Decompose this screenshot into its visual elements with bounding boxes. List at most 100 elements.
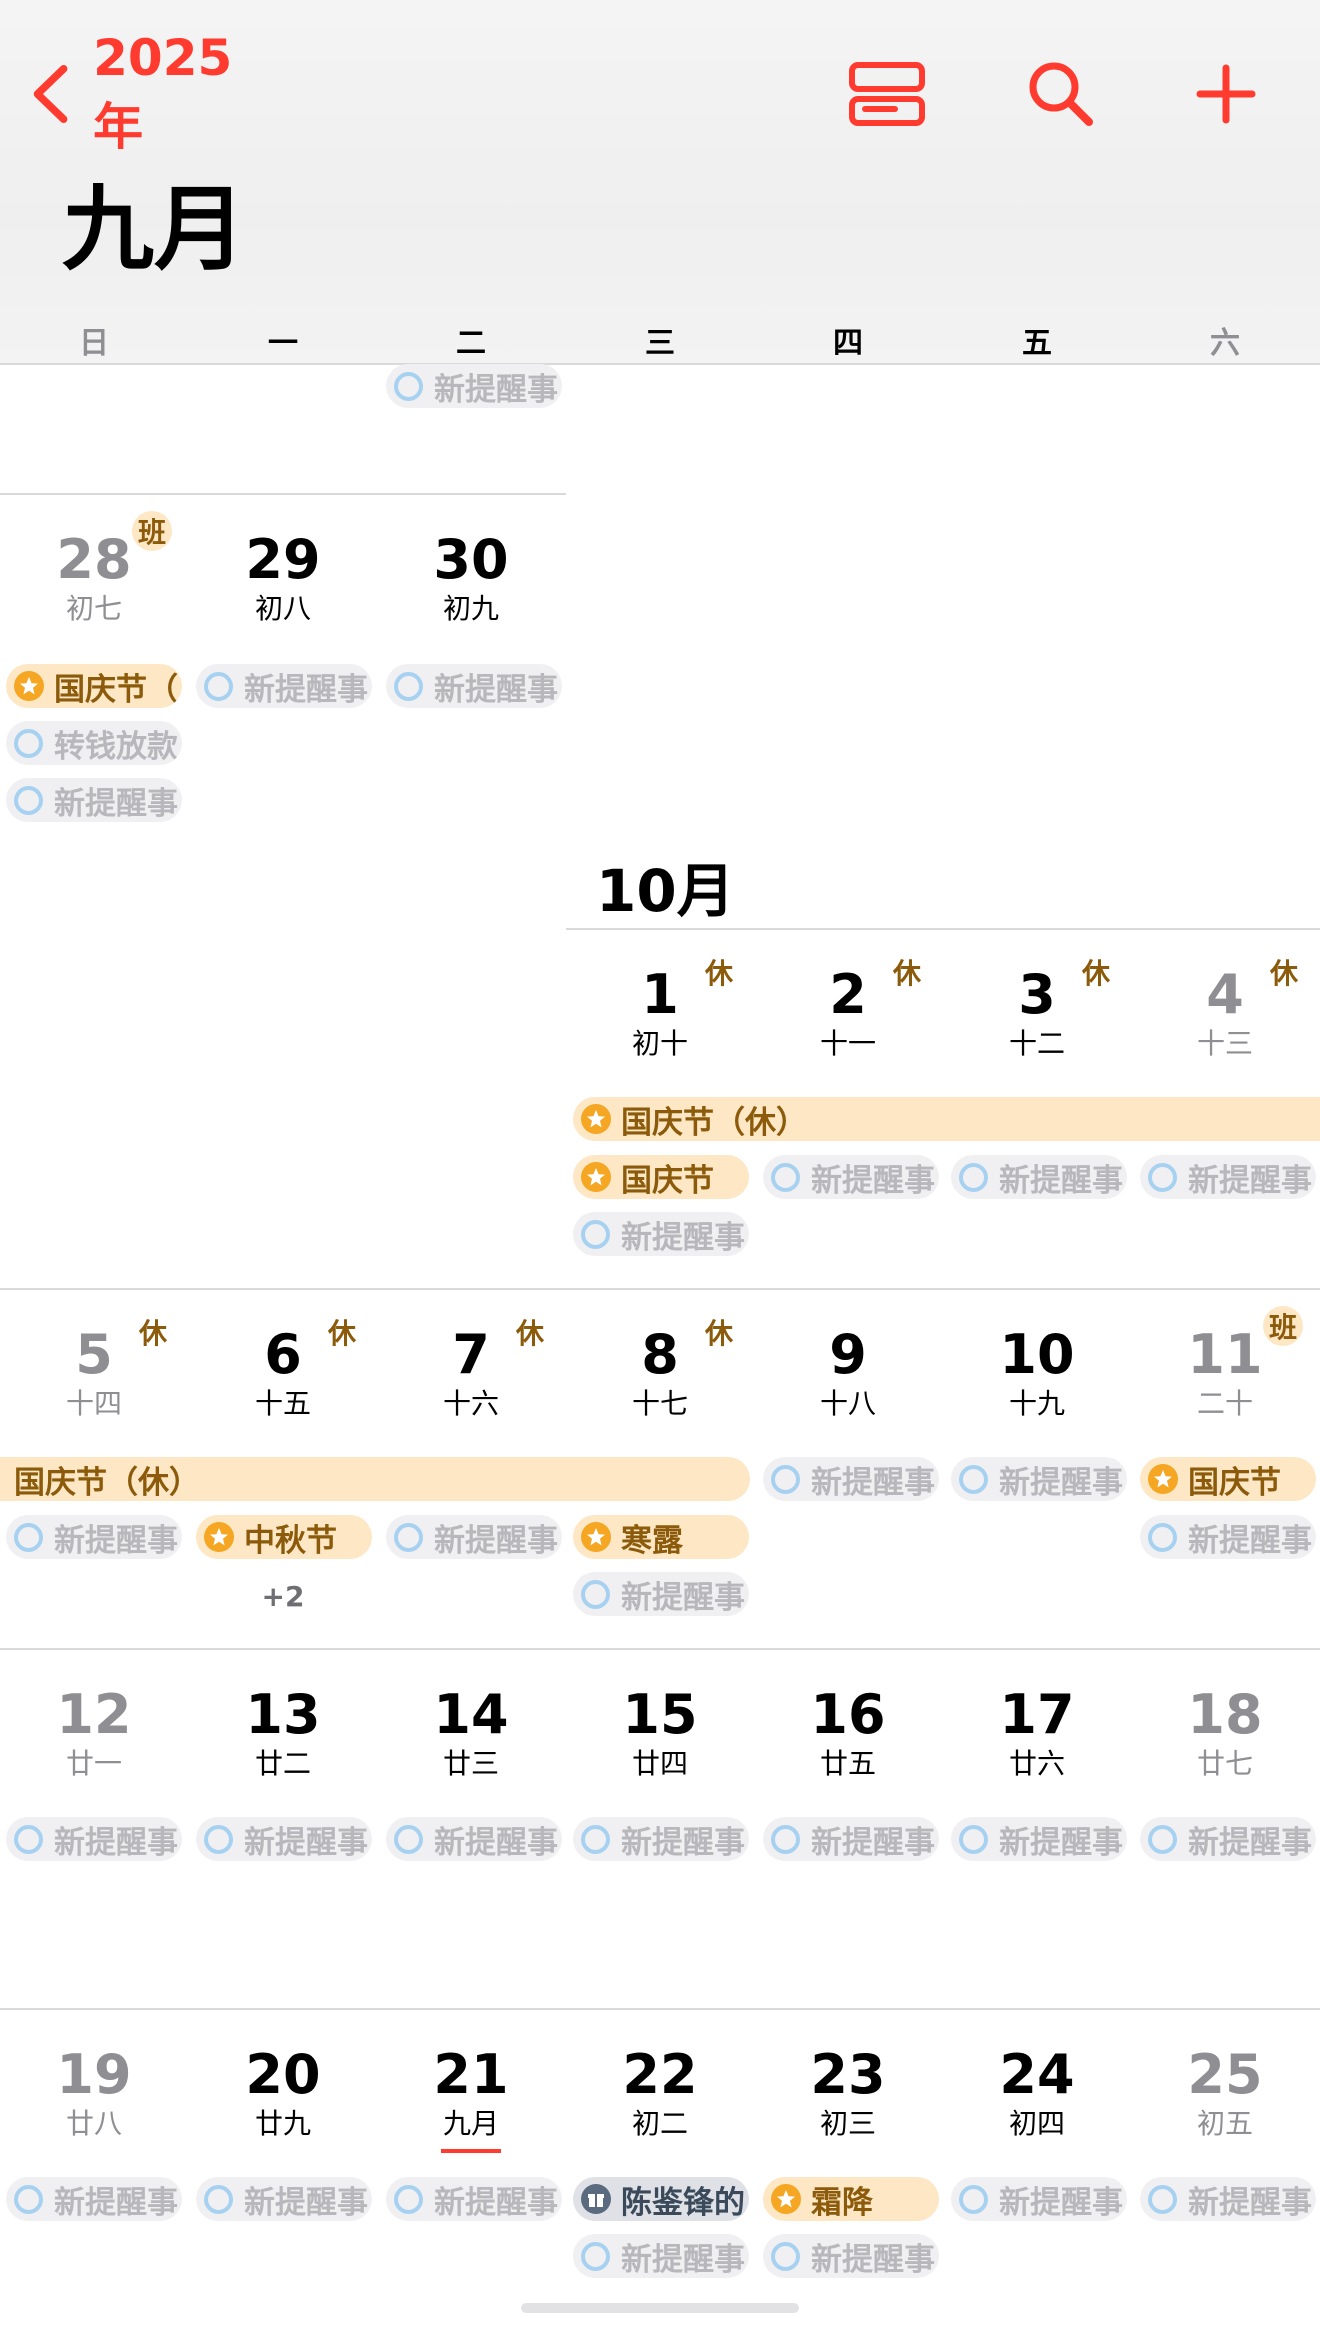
reminder-pill[interactable]: 新提醒事: [1140, 2177, 1316, 2221]
day-cell[interactable]: 23 初三: [754, 2048, 942, 2168]
reminder-pill[interactable]: 新提醒事: [196, 664, 372, 708]
reminder-pill[interactable]: 转钱放款: [6, 721, 182, 765]
day-cell[interactable]: 5 十四休: [0, 1317, 188, 1448]
reminder-pill[interactable]: 新提醒事: [6, 2177, 182, 2221]
reminder-circle-icon[interactable]: [204, 2184, 233, 2214]
reminder-pill[interactable]: 新提醒事: [6, 778, 182, 822]
reminder-pill[interactable]: 新提醒事: [951, 1817, 1127, 1861]
day-cell[interactable]: 15 廿四: [566, 1688, 754, 1808]
reminder-pill[interactable]: 新提醒事: [951, 1457, 1127, 1501]
reminder-circle-icon[interactable]: [959, 1162, 988, 1192]
reminder-pill[interactable]: 新提醒事: [573, 2234, 749, 2278]
day-cell[interactable]: 18 廿七: [1131, 1688, 1319, 1808]
holiday-pill[interactable]: 国庆节（休）: [573, 1097, 1320, 1141]
day-cell[interactable]: 9 十八: [754, 1328, 942, 1448]
search-button[interactable]: [1016, 52, 1106, 136]
reminder-pill[interactable]: 新提醒事: [763, 2234, 939, 2278]
reminder-circle-icon[interactable]: [1148, 2184, 1177, 2214]
day-cell[interactable]: 3 十二休: [943, 957, 1131, 1088]
reminder-circle-icon[interactable]: [959, 2184, 988, 2214]
day-cell[interactable]: 19 廿八: [0, 2048, 188, 2168]
day-cell[interactable]: 11 二十班: [1131, 1306, 1319, 1448]
reminder-pill[interactable]: 新提醒事: [573, 1572, 749, 1616]
day-cell[interactable]: 21 九月: [377, 2048, 565, 2168]
day-cell[interactable]: 25 初五: [1131, 2048, 1319, 2168]
reminder-circle-icon[interactable]: [394, 1522, 423, 1552]
day-cell[interactable]: 20 廿九: [189, 2048, 377, 2168]
reminder-circle-icon[interactable]: [204, 671, 233, 701]
day-cell[interactable]: 22 初二: [566, 2048, 754, 2168]
day-cell[interactable]: 8 十七休: [566, 1317, 754, 1448]
reminder-pill[interactable]: 新提醒事: [573, 1212, 749, 1256]
day-cell[interactable]: 13 廿二: [189, 1688, 377, 1808]
reminder-pill[interactable]: 新提醒事: [386, 664, 562, 708]
reminder-circle-icon[interactable]: [1148, 1162, 1177, 1192]
reminder-circle-icon[interactable]: [14, 2184, 43, 2214]
day-cell[interactable]: 6 十五休: [189, 1317, 377, 1448]
reminder-pill[interactable]: 新提醒事: [6, 1515, 182, 1559]
reminder-pill[interactable]: 新提醒事: [1140, 1155, 1316, 1199]
holiday-pill[interactable]: 国庆节: [573, 1155, 749, 1199]
reminder-pill[interactable]: 新提醒事: [6, 1817, 182, 1861]
day-cell[interactable]: 30 初九: [377, 533, 565, 653]
reminder-circle-icon[interactable]: [14, 785, 43, 815]
day-cell[interactable]: 10 十九: [943, 1328, 1131, 1448]
reminder-circle-icon[interactable]: [394, 371, 423, 401]
reminder-circle-icon[interactable]: [1148, 1824, 1177, 1854]
reminder-circle-icon[interactable]: [14, 1824, 43, 1854]
reminder-pill[interactable]: 新提醒事: [1140, 1817, 1316, 1861]
back-button[interactable]: 2025年: [30, 29, 270, 156]
reminder-pill[interactable]: 新提醒事: [763, 1457, 939, 1501]
day-cell[interactable]: 17 廿六: [943, 1688, 1131, 1808]
birthday-pill[interactable]: 陈鉴锋的: [573, 2177, 749, 2221]
day-cell[interactable]: 14 廿三: [377, 1688, 565, 1808]
add-event-button[interactable]: [1181, 52, 1271, 136]
reminder-circle-icon[interactable]: [581, 2241, 610, 2271]
reminder-pill[interactable]: 新提醒事: [386, 364, 562, 408]
day-cell[interactable]: 16 廿五: [754, 1688, 942, 1808]
reminder-pill[interactable]: 新提醒事: [1140, 1515, 1316, 1559]
reminder-circle-icon[interactable]: [394, 671, 423, 701]
reminder-circle-icon[interactable]: [959, 1464, 988, 1494]
reminder-circle-icon[interactable]: [771, 1824, 800, 1854]
reminder-circle-icon[interactable]: [771, 1464, 800, 1494]
day-cell[interactable]: 24 初四: [943, 2048, 1131, 2168]
reminder-pill[interactable]: 新提醒事: [951, 1155, 1127, 1199]
reminder-pill[interactable]: 新提醒事: [196, 2177, 372, 2221]
holiday-pill[interactable]: 中秋节: [196, 1515, 372, 1559]
day-cell[interactable]: 28 初七班: [0, 511, 188, 653]
reminder-pill[interactable]: 新提醒事: [386, 2177, 562, 2221]
day-cell[interactable]: 12 廿一: [0, 1688, 188, 1808]
reminder-pill[interactable]: 新提醒事: [573, 1817, 749, 1861]
reminder-circle-icon[interactable]: [959, 1824, 988, 1854]
reminder-circle-icon[interactable]: [771, 1162, 800, 1192]
day-cell[interactable]: 4 十三休: [1131, 957, 1319, 1088]
reminder-circle-icon[interactable]: [204, 1824, 233, 1854]
reminder-circle-icon[interactable]: [14, 728, 43, 758]
reminder-pill[interactable]: 新提醒事: [196, 1817, 372, 1861]
day-cell[interactable]: 7 十六休: [377, 1317, 565, 1448]
holiday-pill[interactable]: 寒露: [573, 1515, 749, 1559]
reminder-pill[interactable]: 新提醒事: [386, 1515, 562, 1559]
reminder-pill[interactable]: 新提醒事: [386, 1817, 562, 1861]
reminder-circle-icon[interactable]: [771, 2241, 800, 2271]
reminder-circle-icon[interactable]: [581, 1824, 610, 1854]
day-cell[interactable]: 29 初八: [189, 533, 377, 653]
reminder-circle-icon[interactable]: [394, 1824, 423, 1854]
reminder-pill[interactable]: 新提醒事: [951, 2177, 1127, 2221]
reminder-circle-icon[interactable]: [581, 1219, 610, 1249]
reminder-pill[interactable]: 新提醒事: [763, 1155, 939, 1199]
reminder-circle-icon[interactable]: [14, 1522, 43, 1552]
day-cell[interactable]: 2 十一休: [754, 957, 942, 1088]
reminder-circle-icon[interactable]: [394, 2184, 423, 2214]
holiday-pill[interactable]: 国庆节（休）: [0, 1457, 750, 1501]
list-view-button[interactable]: [842, 52, 932, 136]
holiday-pill[interactable]: 国庆节（: [6, 664, 182, 708]
reminder-pill[interactable]: 新提醒事: [763, 1817, 939, 1861]
day-cell[interactable]: 1 初十休: [566, 957, 754, 1088]
more-events-link[interactable]: +2: [189, 1580, 377, 1613]
reminder-circle-icon[interactable]: [581, 1579, 610, 1609]
reminder-circle-icon[interactable]: [1148, 1522, 1177, 1552]
holiday-pill[interactable]: 国庆节: [1140, 1457, 1316, 1501]
holiday-pill[interactable]: 霜降: [763, 2177, 939, 2221]
